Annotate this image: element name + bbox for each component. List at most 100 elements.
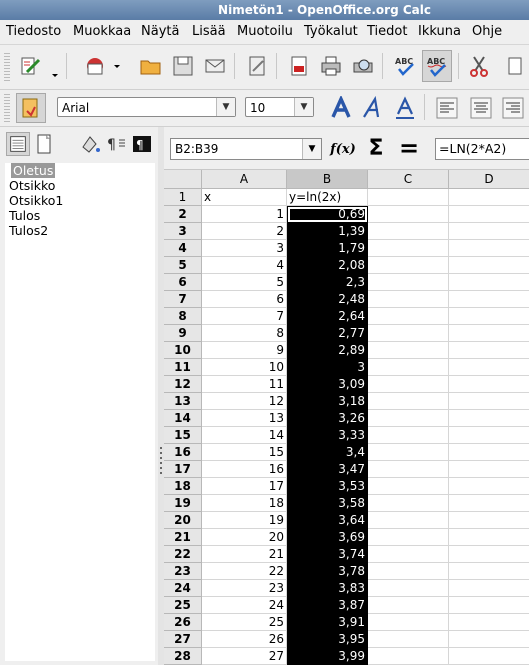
export-pdf-icon[interactable] <box>286 53 312 79</box>
cell-a20[interactable]: 19 <box>202 512 287 529</box>
cell-a13[interactable]: 12 <box>202 393 287 410</box>
row-header[interactable]: 13 <box>164 393 202 410</box>
row-header[interactable]: 18 <box>164 478 202 495</box>
italic-icon[interactable] <box>360 95 386 121</box>
cell[interactable] <box>368 631 449 648</box>
cell-a27[interactable]: 26 <box>202 631 287 648</box>
menu-tiedosto[interactable]: Tiedosto <box>6 24 61 39</box>
row-header[interactable]: 28 <box>164 648 202 665</box>
toolbar-grip[interactable] <box>4 94 10 122</box>
menu-muokkaa[interactable]: Muokkaa <box>73 24 131 39</box>
update-style-icon[interactable]: ¶ <box>130 132 154 156</box>
cell-b14[interactable]: 3,26 <box>287 410 368 427</box>
column-header-b[interactable]: B <box>287 170 368 189</box>
row-header[interactable]: 20 <box>164 512 202 529</box>
cell-b11[interactable]: 3 <box>287 359 368 376</box>
cell-a21[interactable]: 20 <box>202 529 287 546</box>
cell[interactable] <box>449 495 529 512</box>
cell-b19[interactable]: 3,58 <box>287 495 368 512</box>
menu-lisaa[interactable]: Lisää <box>192 24 226 39</box>
cell-a9[interactable]: 8 <box>202 325 287 342</box>
cell-a8[interactable]: 7 <box>202 308 287 325</box>
cell[interactable] <box>449 376 529 393</box>
cell-styles-icon[interactable] <box>6 132 30 156</box>
row-header[interactable]: 8 <box>164 308 202 325</box>
font-name-combo[interactable]: Arial ▼ <box>57 97 236 117</box>
page-preview-icon[interactable] <box>350 53 376 79</box>
cell[interactable] <box>368 546 449 563</box>
cell-b21[interactable]: 3,69 <box>287 529 368 546</box>
cell[interactable] <box>368 308 449 325</box>
chevron-down-icon[interactable] <box>50 53 60 79</box>
cell-b7[interactable]: 2,48 <box>287 291 368 308</box>
row-header[interactable]: 14 <box>164 410 202 427</box>
cell-b9[interactable]: 2,77 <box>287 325 368 342</box>
cell-a15[interactable]: 14 <box>202 427 287 444</box>
cell-b22[interactable]: 3,74 <box>287 546 368 563</box>
cell-b26[interactable]: 3,91 <box>287 614 368 631</box>
cell[interactable] <box>368 342 449 359</box>
underline-icon[interactable] <box>392 95 418 121</box>
cell[interactable] <box>449 325 529 342</box>
cell-a11[interactable]: 10 <box>202 359 287 376</box>
cell[interactable] <box>449 529 529 546</box>
column-header-a[interactable]: A <box>202 170 287 189</box>
cell[interactable] <box>368 580 449 597</box>
cell-a26[interactable]: 25 <box>202 614 287 631</box>
cell-a16[interactable]: 15 <box>202 444 287 461</box>
cell[interactable] <box>449 512 529 529</box>
cell[interactable] <box>449 546 529 563</box>
formula-input[interactable]: =LN(2*A2) <box>435 138 529 160</box>
cell-a19[interactable]: 18 <box>202 495 287 512</box>
select-all-corner[interactable] <box>164 170 202 189</box>
cell-a17[interactable]: 16 <box>202 461 287 478</box>
cell-b1[interactable]: y=ln(2x) <box>287 189 368 206</box>
cell-a2[interactable]: 1 <box>202 206 287 223</box>
cell-a18[interactable]: 17 <box>202 478 287 495</box>
print-icon[interactable] <box>318 53 344 79</box>
row-header[interactable]: 1 <box>164 189 202 206</box>
edit-doc-icon[interactable] <box>244 53 270 79</box>
style-item-oletus[interactable]: Oletus <box>5 163 155 178</box>
row-header[interactable]: 27 <box>164 631 202 648</box>
cell[interactable] <box>449 597 529 614</box>
cell[interactable] <box>368 223 449 240</box>
cell[interactable] <box>449 410 529 427</box>
cell-b25[interactable]: 3,87 <box>287 597 368 614</box>
autospellcheck-icon[interactable]: ABC <box>422 50 452 82</box>
bold-icon[interactable] <box>328 95 354 121</box>
cell[interactable] <box>368 359 449 376</box>
cell[interactable] <box>368 393 449 410</box>
cell[interactable] <box>368 291 449 308</box>
menu-nayta[interactable]: Näytä <box>141 24 179 39</box>
cell-a14[interactable]: 13 <box>202 410 287 427</box>
cell[interactable] <box>449 444 529 461</box>
cell[interactable] <box>449 206 529 223</box>
row-header[interactable]: 26 <box>164 614 202 631</box>
align-left-icon[interactable] <box>434 95 460 121</box>
cell-b12[interactable]: 3,09 <box>287 376 368 393</box>
cell[interactable] <box>368 410 449 427</box>
cell[interactable] <box>368 206 449 223</box>
row-header[interactable]: 23 <box>164 563 202 580</box>
column-header-c[interactable]: C <box>368 170 449 189</box>
cell[interactable] <box>368 461 449 478</box>
cell[interactable] <box>449 393 529 410</box>
cell-a7[interactable]: 6 <box>202 291 287 308</box>
align-right-icon[interactable] <box>500 95 526 121</box>
cell[interactable] <box>449 478 529 495</box>
row-header[interactable]: 10 <box>164 342 202 359</box>
cell[interactable] <box>449 461 529 478</box>
styles-icon[interactable] <box>16 93 46 123</box>
save-icon[interactable] <box>170 53 196 79</box>
cell[interactable] <box>368 189 449 206</box>
align-center-icon[interactable] <box>468 95 494 121</box>
style-item-otsikko1[interactable]: Otsikko1 <box>5 193 155 208</box>
cell-a3[interactable]: 2 <box>202 223 287 240</box>
cell-b28[interactable]: 3,99 <box>287 648 368 665</box>
cell[interactable] <box>368 478 449 495</box>
cell-a24[interactable]: 23 <box>202 580 287 597</box>
open-icon[interactable] <box>138 53 164 79</box>
email-icon[interactable] <box>202 53 228 79</box>
style-item-tulos2[interactable]: Tulos2 <box>5 223 155 238</box>
